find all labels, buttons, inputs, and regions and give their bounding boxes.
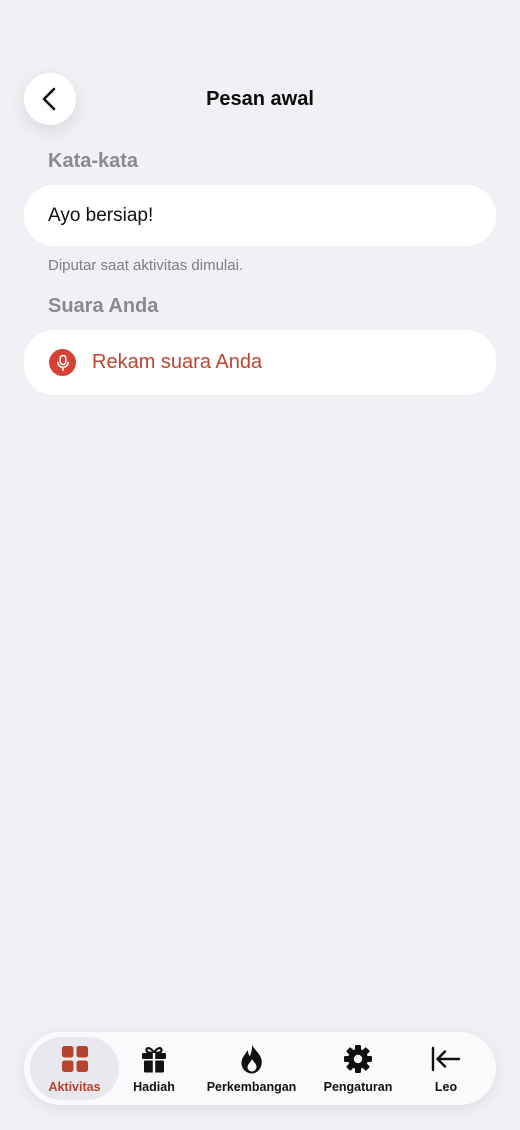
tab-perkembangan[interactable]: Perkembangan xyxy=(199,1032,304,1105)
record-voice-label: Rekam suara Anda xyxy=(92,351,263,373)
words-card xyxy=(24,185,496,246)
tab-aktivitas[interactable]: Aktivitas xyxy=(30,1032,119,1105)
tab-perkembangan-label: Perkembangan xyxy=(206,1080,297,1094)
chevron-left-icon xyxy=(39,87,61,111)
tab-hadiah[interactable]: Hadiah xyxy=(119,1032,189,1105)
flame-icon xyxy=(240,1044,264,1074)
back-button[interactable] xyxy=(24,73,76,125)
microphone-icon xyxy=(49,349,76,376)
tab-leo-label: Leo xyxy=(434,1080,458,1094)
gift-icon xyxy=(141,1044,167,1074)
tab-hadiah-label: Hadiah xyxy=(133,1080,175,1094)
words-section-label: Kata-kata xyxy=(48,150,139,172)
words-helper-text: Diputar saat aktivitas dimulai. xyxy=(48,257,244,274)
record-voice-button[interactable]: Rekam suara Anda xyxy=(24,330,496,395)
gear-icon xyxy=(343,1044,373,1074)
page-title: Pesan awal xyxy=(206,88,314,110)
tab-aktivitas-label: Aktivitas xyxy=(48,1080,101,1094)
tab-leo[interactable]: Leo xyxy=(416,1032,476,1105)
grid-icon xyxy=(61,1044,88,1074)
bottom-tab-bar: Aktivitas Hadiah Perkembangan Pengaturan… xyxy=(24,1032,496,1105)
tab-pengaturan-label: Pengaturan xyxy=(323,1080,393,1094)
words-input[interactable] xyxy=(48,204,468,227)
tab-pengaturan[interactable]: Pengaturan xyxy=(314,1032,402,1105)
voice-section-label: Suara Anda xyxy=(48,295,159,317)
arrow-left-to-line-icon xyxy=(431,1044,461,1074)
